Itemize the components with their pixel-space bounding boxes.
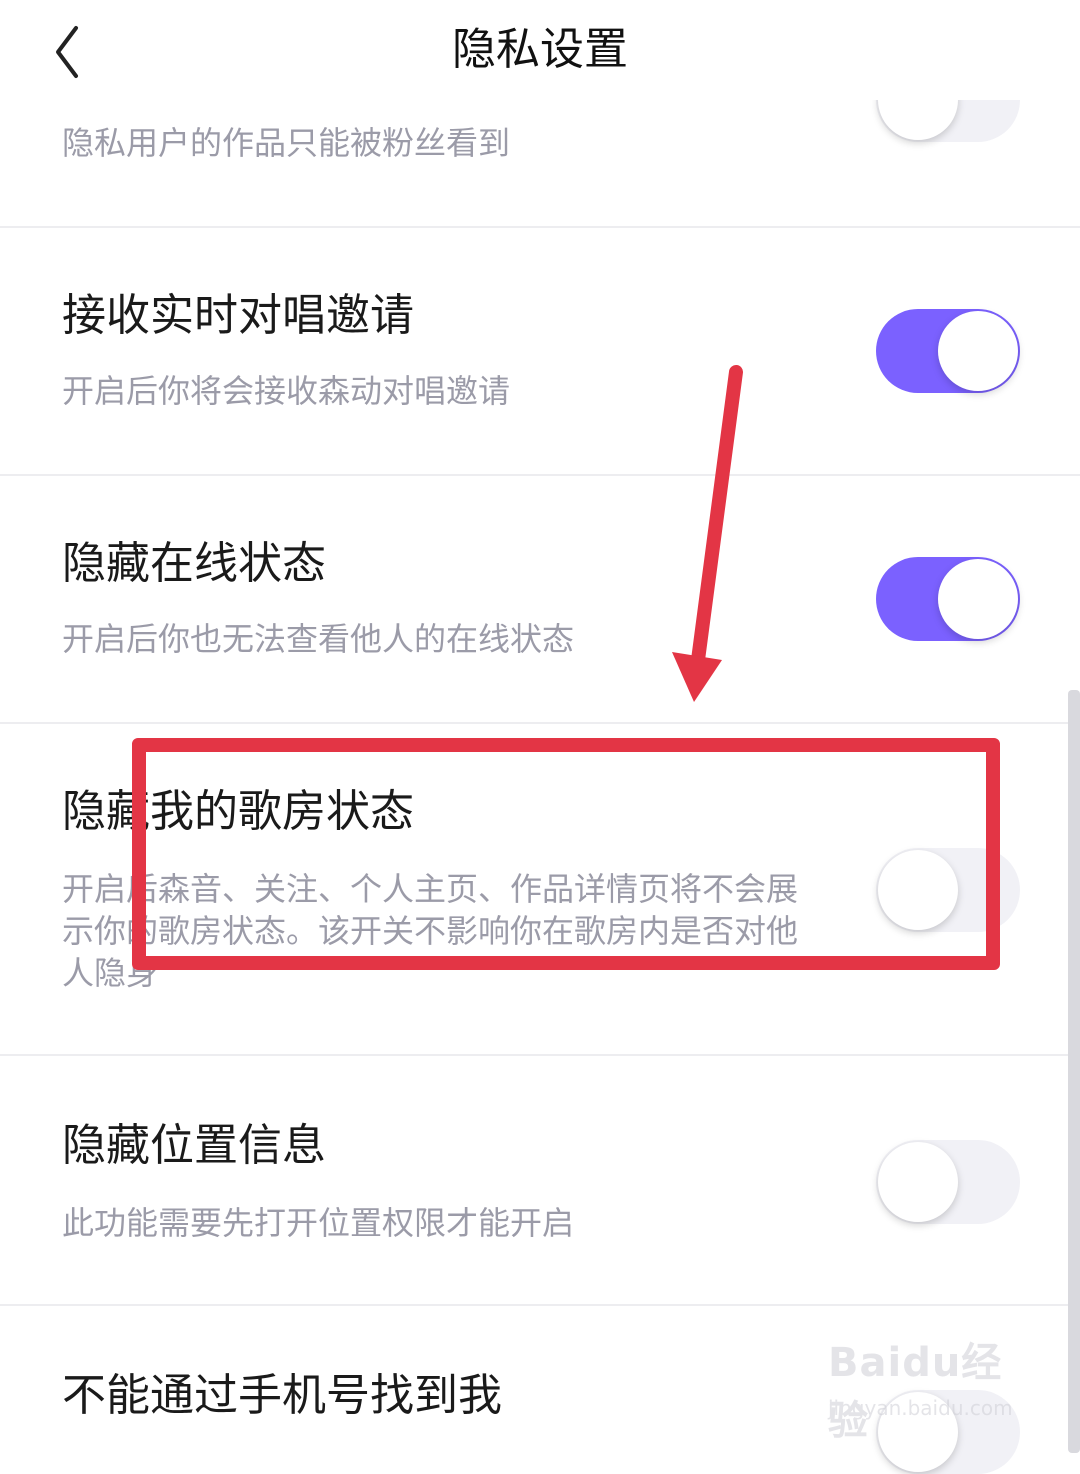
settings-row-hide-location[interactable]: 隐藏位置信息 此功能需要先打开位置权限才能开启 [0,1056,1080,1306]
row-title: 接收实时对唱邀请 [62,290,414,341]
row-description: 隐私用户的作品只能被粉丝看到 [62,124,511,162]
watermark-logo: Baidu经验 [828,1340,1003,1444]
hide-location-toggle[interactable] [876,1140,1020,1224]
row-title: 隐藏在线状态 [62,538,326,589]
row-title: 不能通过手机号找到我 [62,1370,502,1421]
settings-row-hide-online-status[interactable]: 隐藏在线状态 开启后你也无法查看他人的在线状态 [0,476,1080,724]
baidu-watermark: Baidu经验 jingyan.baidu.com [828,1330,1028,1444]
scrollbar[interactable] [1068,690,1080,1453]
page-title: 隐私设置 [452,24,628,75]
realtime-duet-toggle[interactable] [876,309,1020,393]
toggle-knob [938,559,1018,639]
annotation-arrow-icon [672,365,743,702]
row-title: 隐藏位置信息 [62,1120,326,1171]
settings-row-realtime-duet[interactable]: 接收实时对唱邀请 开启后你将会接收森动对唱邀请 [0,228,1080,476]
nav-header: 隐私设置 [0,0,1080,100]
watermark-url: jingyan.baidu.com [828,1396,1013,1420]
annotation-highlight-box [132,738,1000,970]
hide-online-status-toggle[interactable] [876,557,1020,641]
row-description: 此功能需要先打开位置权限才能开启 [62,1204,575,1242]
toggle-knob [938,311,1018,391]
toggle-knob [878,1142,958,1222]
